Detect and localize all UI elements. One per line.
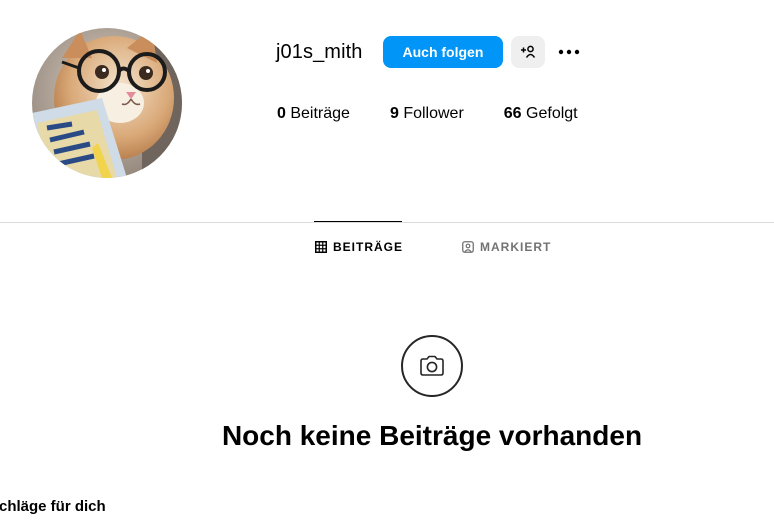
tabs-divider bbox=[0, 222, 774, 223]
add-person-icon bbox=[521, 45, 536, 58]
posts-stat: 0 Beiträge bbox=[277, 105, 350, 123]
empty-state-title: Noch keine Beiträge vorhanden bbox=[221, 420, 643, 451]
followers-label: Follower bbox=[403, 105, 464, 122]
active-tab-indicator bbox=[314, 221, 402, 222]
posts-count: 0 bbox=[277, 105, 286, 122]
more-options-button[interactable] bbox=[557, 36, 581, 68]
following-count: 66 bbox=[503, 105, 522, 122]
empty-state-camera bbox=[401, 335, 463, 397]
tab-tagged[interactable]: MARKIERT bbox=[462, 240, 551, 254]
followers-stat[interactable]: 9 Follower bbox=[390, 105, 464, 123]
follow-button[interactable]: Auch folgen bbox=[382, 36, 504, 68]
avatar-image bbox=[32, 28, 182, 178]
following-stat[interactable]: 66 Gefolgt bbox=[504, 105, 578, 123]
more-options-icon bbox=[559, 49, 580, 55]
tab-tagged-label: MARKIERT bbox=[480, 240, 552, 254]
suggested-accounts-button[interactable] bbox=[511, 36, 546, 68]
following-label: Gefolgt bbox=[526, 105, 578, 122]
profile-stats: 0 Beiträge 9 Follower 66 Gefolgt bbox=[277, 105, 578, 123]
tagged-user-icon bbox=[462, 241, 474, 253]
tab-posts-label: BEITRÄGE bbox=[333, 240, 404, 254]
grid-icon bbox=[315, 241, 327, 253]
camera-icon bbox=[420, 355, 444, 376]
followers-count: 9 bbox=[389, 105, 399, 122]
username: j01s_mith bbox=[276, 40, 363, 63]
profile-avatar[interactable] bbox=[32, 28, 182, 178]
suggestions-heading: chläge für dich bbox=[0, 498, 106, 515]
profile-header: j01s_mith Auch folgen bbox=[276, 36, 581, 68]
tab-posts[interactable]: BEITRÄGE bbox=[315, 240, 403, 254]
posts-label: Beiträge bbox=[290, 105, 350, 122]
